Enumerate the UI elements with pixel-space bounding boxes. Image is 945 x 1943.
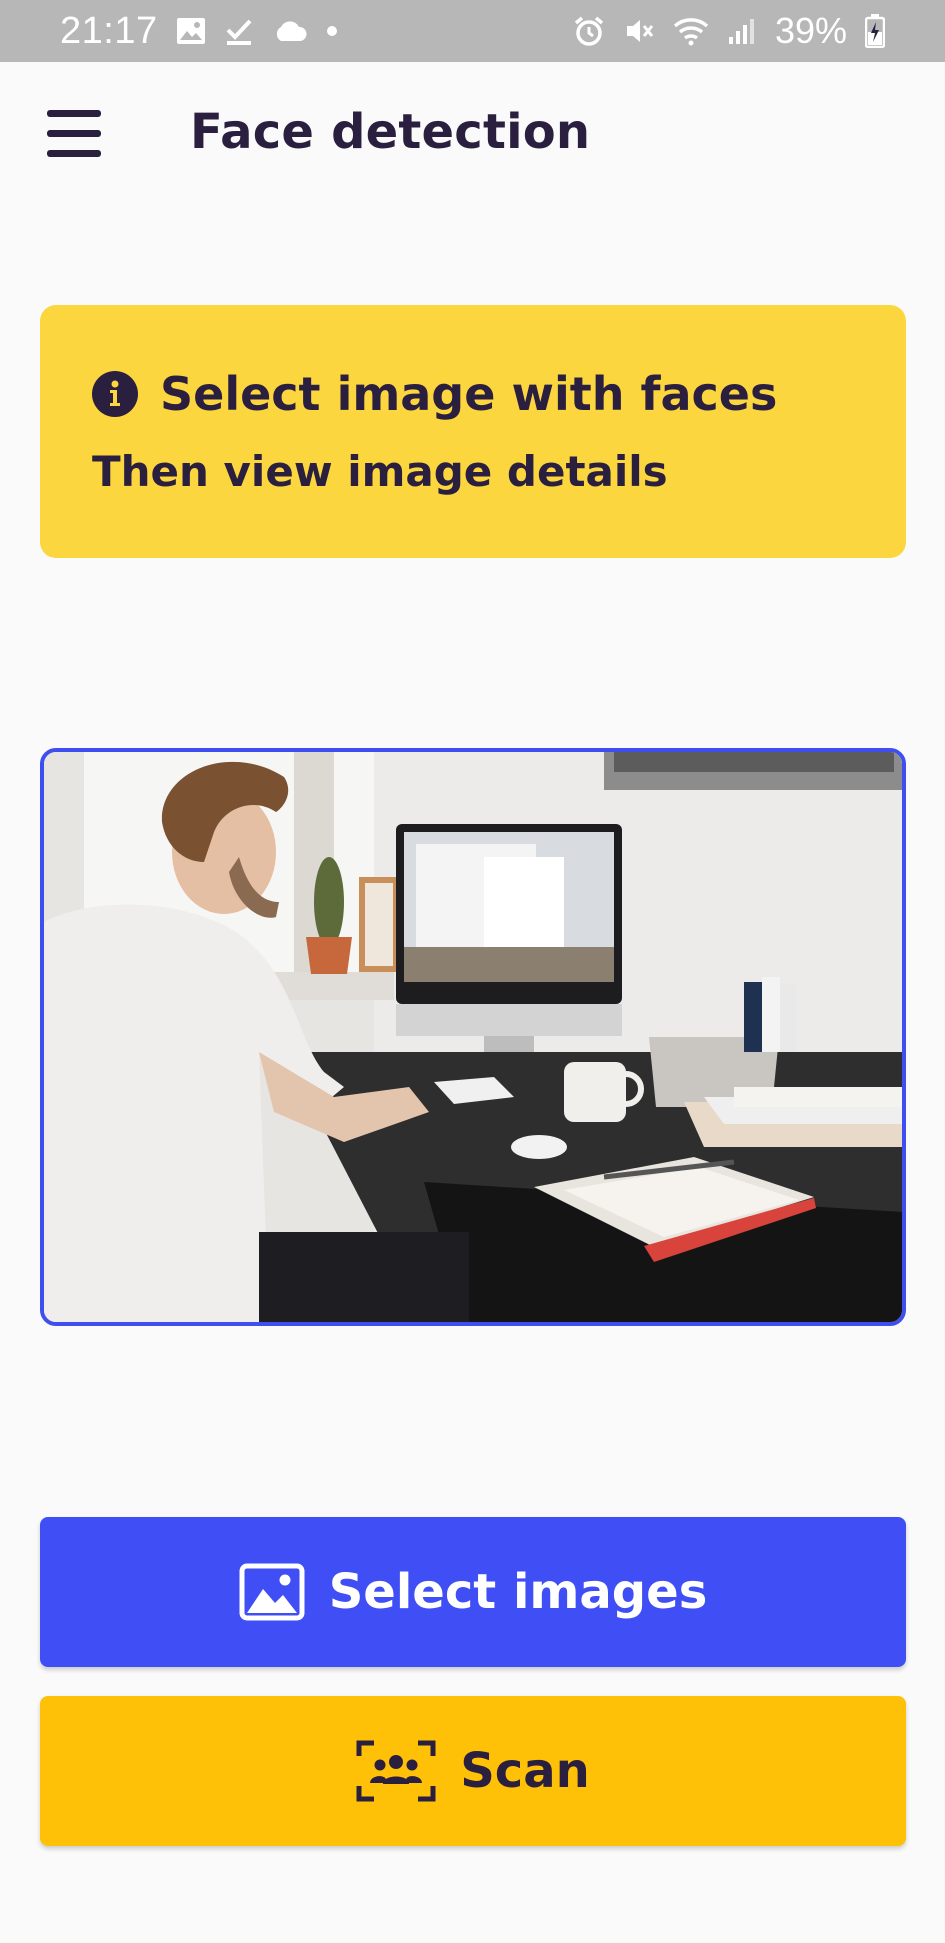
menu-bar bbox=[47, 149, 101, 157]
info-banner-title: Select image with faces bbox=[160, 367, 778, 421]
app-bar: Face detection bbox=[0, 62, 945, 212]
page-title: Face detection bbox=[190, 104, 591, 160]
image-preview[interactable] bbox=[40, 748, 906, 1326]
status-left: 21:17 bbox=[60, 10, 338, 53]
menu-bar bbox=[47, 109, 101, 117]
info-banner-header: Select image with faces bbox=[92, 367, 854, 421]
info-icon bbox=[92, 371, 138, 417]
gallery-icon bbox=[176, 17, 206, 45]
check-download-icon bbox=[224, 16, 254, 46]
preview-photo bbox=[44, 752, 902, 1322]
battery-charging-icon bbox=[865, 14, 885, 48]
wifi-icon bbox=[673, 16, 709, 46]
signal-icon bbox=[727, 17, 757, 45]
status-time: 21:17 bbox=[60, 9, 158, 52]
status-right: 39% bbox=[573, 10, 885, 52]
info-banner: Select image with faces Then view image … bbox=[40, 305, 906, 558]
image-icon bbox=[239, 1563, 305, 1621]
select-images-button[interactable]: Select images bbox=[40, 1517, 906, 1667]
hamburger-menu-icon[interactable] bbox=[38, 102, 110, 164]
battery-percent: 39% bbox=[774, 10, 847, 51]
cloud-icon bbox=[272, 19, 308, 43]
status-bar: 21:17 39% bbox=[0, 0, 945, 62]
scan-label: Scan bbox=[460, 1743, 590, 1799]
info-banner-subtitle: Then view image details bbox=[92, 447, 668, 496]
menu-bar bbox=[47, 129, 101, 137]
alarm-icon bbox=[573, 15, 605, 47]
scan-button[interactable]: Scan bbox=[40, 1696, 906, 1846]
face-scan-icon bbox=[356, 1738, 436, 1804]
select-images-label: Select images bbox=[328, 1564, 708, 1620]
dot-icon bbox=[326, 25, 338, 37]
mute-icon bbox=[623, 15, 655, 47]
